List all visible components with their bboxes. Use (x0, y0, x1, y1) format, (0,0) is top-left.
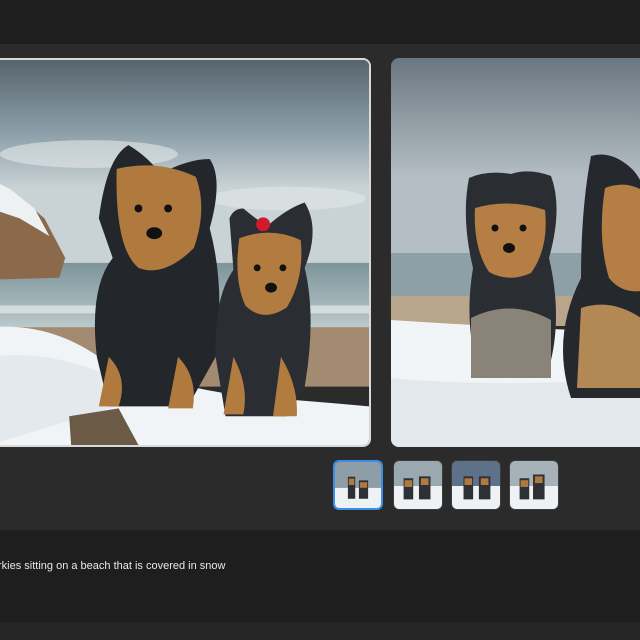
thumbnail-image-icon (394, 461, 442, 509)
thumbnail-variation-3[interactable] (451, 460, 501, 510)
thumbnail-image-icon (335, 462, 381, 508)
snow-beach-dogs-image-2 (391, 58, 640, 447)
prompt-panel[interactable] (0, 530, 640, 622)
bottom-bar (0, 622, 640, 640)
generated-image-2[interactable] (391, 58, 640, 447)
thumbnail-variation-2[interactable] (393, 460, 443, 510)
snow-beach-dogs-image (0, 60, 369, 445)
generated-image-1[interactable] (0, 58, 371, 447)
prompt-text: rkies sitting on a beach that is covered… (0, 560, 226, 572)
top-bar (0, 0, 640, 44)
thumbnail-image-icon (510, 461, 558, 509)
thumbnail-image-icon (452, 461, 500, 509)
thumbnail-variation-1[interactable] (333, 460, 383, 510)
thumbnail-variation-4[interactable] (509, 460, 559, 510)
